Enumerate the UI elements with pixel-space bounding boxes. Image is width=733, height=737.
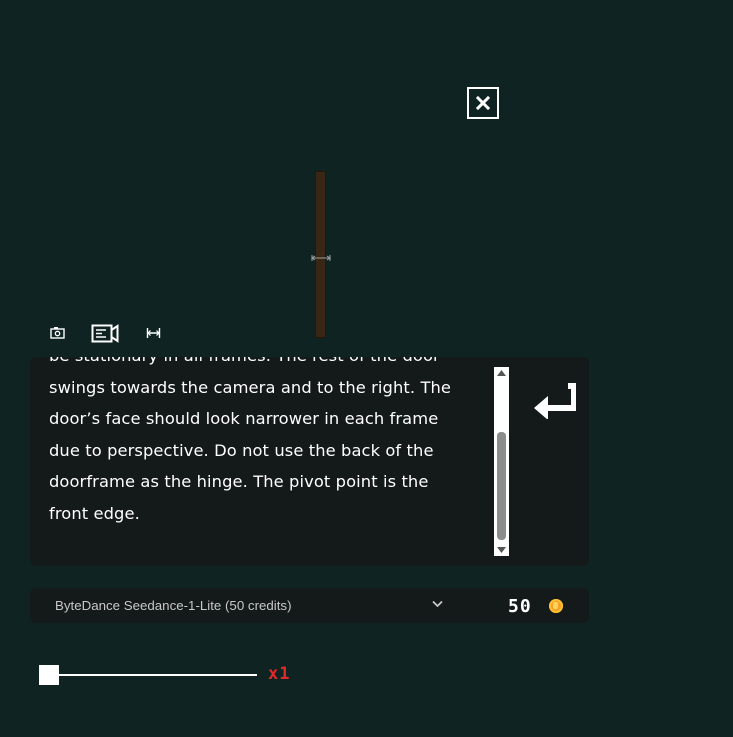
close-button[interactable] [467, 87, 499, 119]
chevron-down-icon[interactable] [432, 600, 443, 608]
camera-icon[interactable] [50, 326, 65, 339]
scroll-thumb[interactable] [497, 432, 506, 540]
coin-icon [549, 599, 563, 613]
prompt-textarea[interactable]: be stationary in all frames. The rest of… [49, 357, 489, 530]
speed-slider-thumb[interactable] [39, 665, 59, 685]
credits-value: 50 [508, 596, 532, 617]
prompt-line: swings towards the camera and to the rig… [49, 377, 452, 397]
model-selector[interactable]: ByteDance Seedance-1-Lite (50 credits) 5… [30, 588, 589, 623]
scroll-up-icon[interactable] [497, 370, 506, 376]
prompt-scrollbar[interactable] [494, 367, 509, 556]
scroll-down-icon[interactable] [497, 547, 506, 553]
enter-arrow-icon[interactable] [532, 383, 576, 419]
prompt-line: front edge. [49, 503, 140, 523]
close-icon [476, 96, 490, 110]
speed-slider-track[interactable] [49, 674, 257, 676]
speed-multiplier-label: x1 [268, 664, 291, 684]
prompt-panel: be stationary in all frames. The rest of… [30, 357, 589, 566]
prompt-line: door’s face should look narrower in each… [49, 409, 439, 429]
video-camera-icon[interactable] [91, 324, 119, 343]
prompt-line: doorframe as the hinge. The pivot point … [49, 472, 429, 492]
model-selected-label: ByteDance Seedance-1-Lite (50 credits) [55, 598, 292, 613]
pivot-handle-icon[interactable] [311, 254, 331, 262]
resize-icon[interactable] [146, 327, 161, 339]
prompt-line: be stationary in all frames. The rest of… [49, 357, 489, 372]
prompt-line: due to perspective. Do not use the back … [49, 440, 434, 460]
